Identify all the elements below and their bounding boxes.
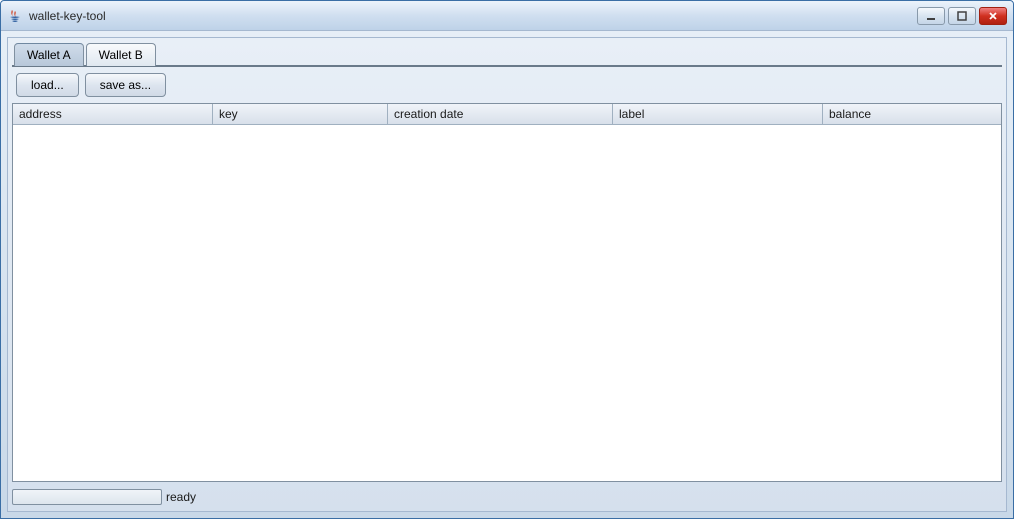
window-title: wallet-key-tool	[29, 9, 917, 23]
save-as-button[interactable]: save as...	[85, 73, 166, 97]
column-header-address[interactable]: address	[13, 104, 213, 124]
column-header-key[interactable]: key	[213, 104, 388, 124]
column-header-balance[interactable]: balance	[823, 104, 1001, 124]
progress-bar	[12, 489, 162, 505]
tabs-row: Wallet A Wallet B	[12, 42, 1002, 67]
maximize-button[interactable]	[948, 7, 976, 25]
close-button[interactable]	[979, 7, 1007, 25]
tab-wallet-b[interactable]: Wallet B	[86, 43, 156, 66]
minimize-button[interactable]	[917, 7, 945, 25]
table[interactable]: address key creation date label balance	[12, 103, 1002, 482]
window-controls	[917, 7, 1007, 25]
column-header-label[interactable]: label	[613, 104, 823, 124]
load-button[interactable]: load...	[16, 73, 79, 97]
status-bar: ready	[12, 487, 1002, 507]
status-text: ready	[166, 490, 196, 504]
content-area: Wallet A Wallet B load... save as... add…	[7, 37, 1007, 512]
toolbar: load... save as...	[12, 67, 1002, 103]
column-header-creation-date[interactable]: creation date	[388, 104, 613, 124]
table-body[interactable]	[13, 125, 1001, 481]
java-icon	[7, 8, 23, 24]
window-frame: wallet-key-tool Wallet A Wallet B load..…	[0, 0, 1014, 519]
table-header: address key creation date label balance	[13, 104, 1001, 125]
title-bar[interactable]: wallet-key-tool	[1, 1, 1013, 31]
tab-wallet-a[interactable]: Wallet A	[14, 43, 84, 66]
